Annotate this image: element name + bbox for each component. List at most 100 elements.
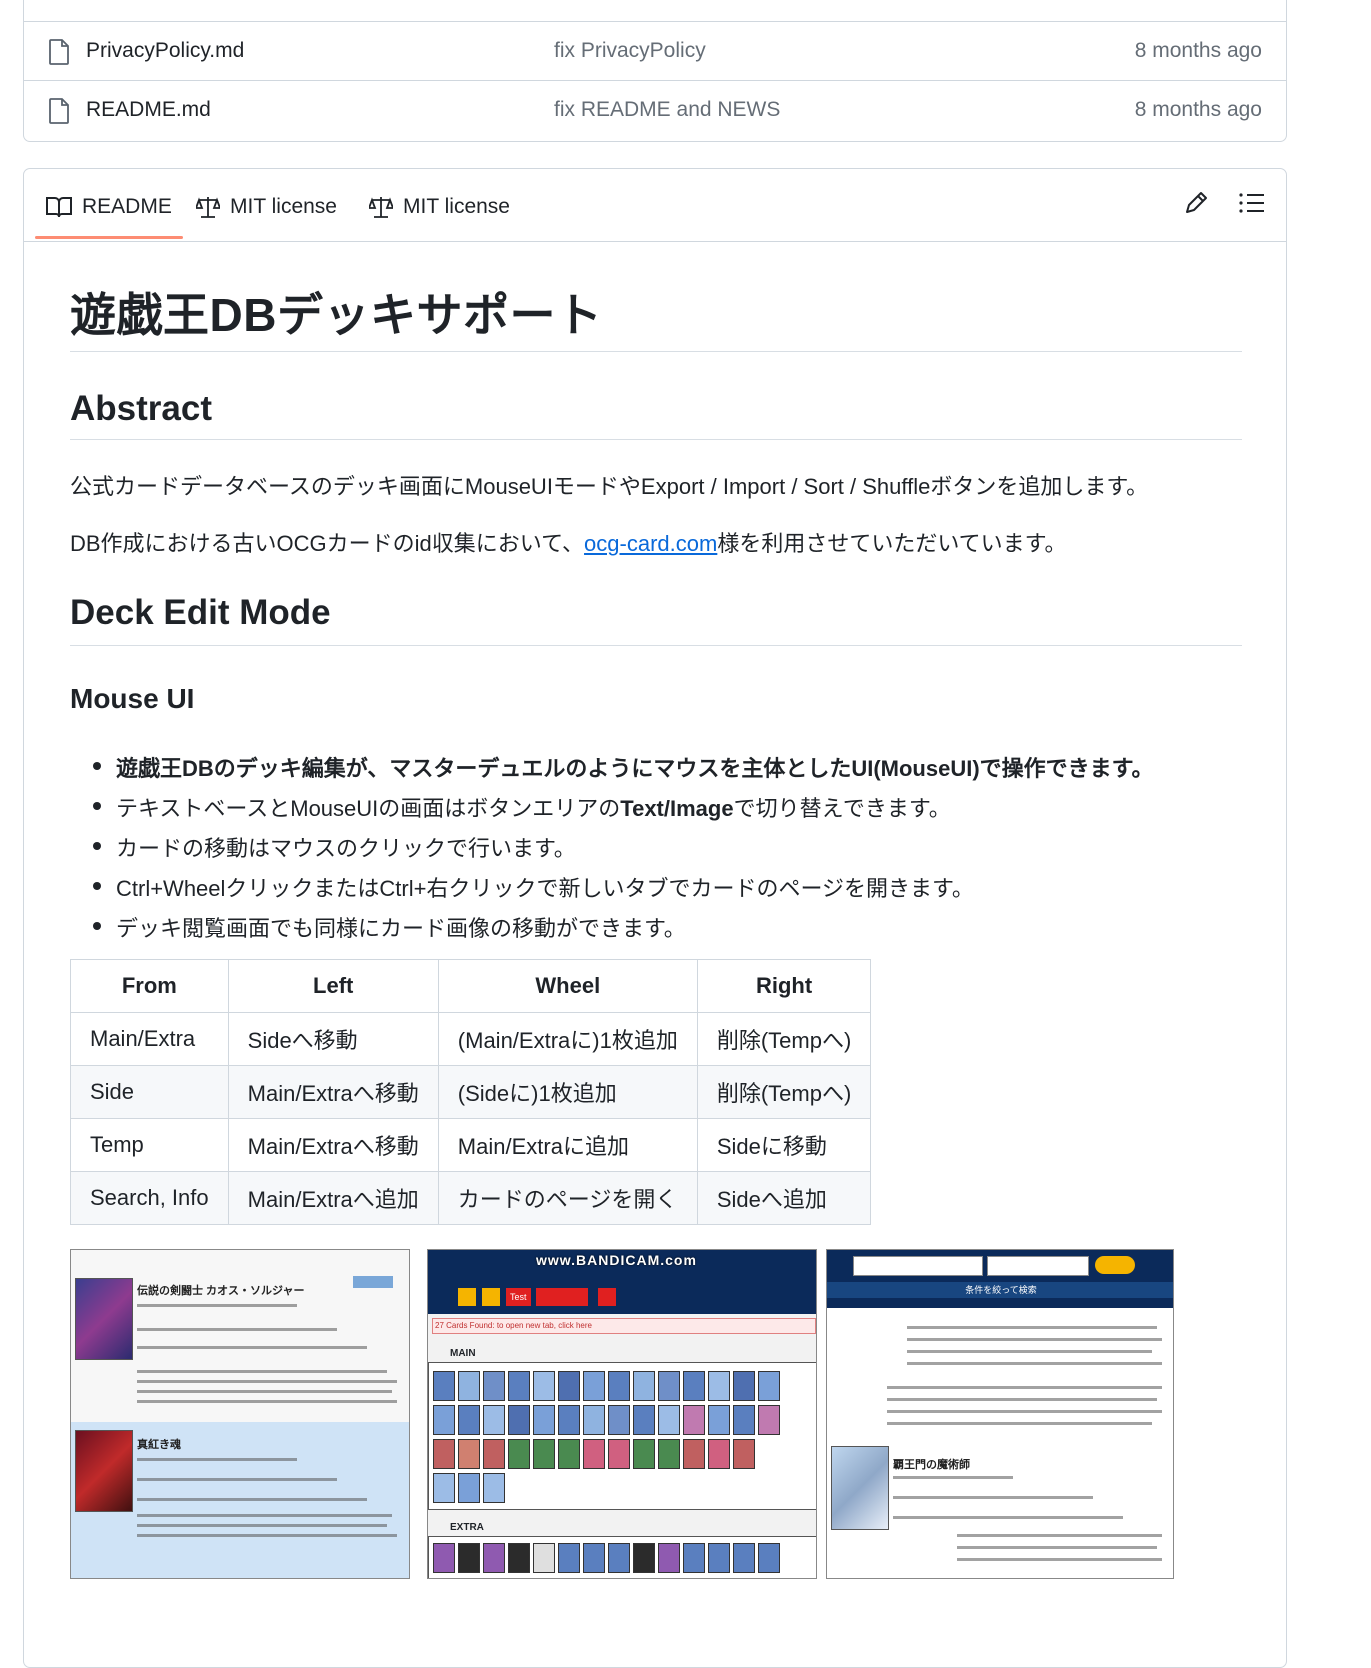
- file-name[interactable]: README.md: [86, 98, 211, 122]
- table-row: Side Main/Extraへ移動 (Sideに)1枚追加 削除(Tempへ): [70, 1065, 872, 1119]
- ocg-card-link[interactable]: ocg-card.com: [584, 531, 717, 556]
- test-button[interactable]: Test: [506, 1288, 531, 1306]
- scale-icon: [196, 197, 220, 218]
- main-deck-label: MAIN: [450, 1348, 476, 1359]
- readme-tabs: README MIT license MIT license: [24, 169, 1286, 242]
- table-header: Right: [696, 959, 872, 1013]
- search-input[interactable]: [853, 1256, 983, 1276]
- search-type-select[interactable]: [987, 1256, 1089, 1276]
- book-icon: [46, 197, 72, 218]
- card-name: 真紅き魂: [137, 1439, 181, 1451]
- tab-license[interactable]: MIT license: [196, 187, 337, 227]
- commit-message[interactable]: fix README and NEWS: [554, 98, 780, 122]
- screenshot-deck-editor[interactable]: www.BANDICAM.com Test 27 Cards Found: to…: [427, 1249, 817, 1579]
- table-cell: Main/Extraへ移動: [227, 1065, 439, 1119]
- table-header: From: [70, 959, 229, 1013]
- tab-label: README: [82, 195, 172, 218]
- readme-panel: README MIT license MIT license 遊戯王DBデッキサ…: [23, 168, 1287, 1668]
- table-cell: (Main/Extraに)1枚追加: [437, 1012, 698, 1066]
- export-button[interactable]: [598, 1288, 616, 1306]
- divider: [70, 439, 1242, 440]
- item-text: テキストベースとMouseUIの画面はボタンエリアの: [116, 796, 621, 821]
- table-cell: Main/Extraへ追加: [227, 1171, 439, 1225]
- table-cell: Sideへ移動: [227, 1012, 439, 1066]
- tab-readme[interactable]: README: [35, 187, 183, 239]
- card-name: 覇王門の魔術師: [893, 1459, 970, 1471]
- screenshot-search[interactable]: 条件を絞って検索 覇王門の魔術師: [826, 1249, 1174, 1579]
- card-image: [75, 1430, 133, 1512]
- tab-label: MIT license: [403, 195, 510, 218]
- tab-label: MIT license: [230, 195, 337, 218]
- tool-button[interactable]: [482, 1288, 500, 1306]
- table-cell: 削除(Tempへ): [696, 1012, 872, 1066]
- table-cell: Temp: [70, 1118, 229, 1172]
- pencil-icon[interactable]: [1182, 189, 1210, 217]
- found-banner[interactable]: 27 Cards Found: to open new tab, click h…: [432, 1318, 816, 1334]
- table-cell: Side: [70, 1065, 229, 1119]
- file-icon: [49, 39, 69, 65]
- scale-icon: [369, 197, 393, 218]
- tab-license[interactable]: MIT license: [369, 187, 510, 227]
- divider: [70, 351, 1242, 352]
- commit-message[interactable]: fix PrivacyPolicy: [554, 39, 706, 63]
- divider: [70, 645, 1242, 646]
- feature-list: 遊戯王DBのデッキ編集が、マスターデュエルのようにマウスを主体としたUI(Mou…: [70, 751, 1153, 951]
- table-cell: Main/Extra: [70, 1012, 229, 1066]
- abstract-paragraph: 公式カードデータベースのデッキ画面にMouseUIモードやExport / Im…: [70, 474, 1149, 499]
- list-item: 遊戯王DBのデッキ編集が、マスターデュエルのようにマウスを主体としたUI(Mou…: [70, 751, 1153, 791]
- table-row: Temp Main/Extraへ移動 Main/Extraに追加 Sideに移動: [70, 1118, 872, 1172]
- rarity-badge: [353, 1276, 393, 1288]
- mouse-action-table: From Left Wheel Right Main/Extra Sideへ移動…: [70, 959, 872, 1225]
- credit-text: DB作成における古いOCGカードのid収集において、: [70, 531, 585, 556]
- file-row[interactable]: PrivacyPolicy.md fix PrivacyPolicy 8 mon…: [24, 21, 1286, 82]
- list-item: Ctrl+WheelクリックまたはCtrl+右クリックで新しいタブでカードのペー…: [70, 871, 1153, 911]
- list-icon[interactable]: [1238, 189, 1266, 217]
- credit-text: 様を利用させていただいています。: [717, 531, 1067, 556]
- table-cell: 削除(Tempへ): [696, 1065, 872, 1119]
- commit-age: 8 months ago: [1134, 39, 1262, 62]
- table-cell: Sideに移動: [696, 1118, 872, 1172]
- item-text: Ctrl+WheelクリックまたはCtrl+右クリックで新しいタブでカードのペー…: [116, 876, 974, 901]
- screenshot-gallery: 伝説の剣闘士 カオス・ソルジャー 真紅き魂 www.BANDICAM.com T…: [70, 1249, 1180, 1579]
- file-icon: [49, 98, 69, 124]
- extra-deck-area[interactable]: [428, 1536, 816, 1578]
- table-header: Wheel: [437, 959, 698, 1013]
- extra-deck-label: EXTRA: [450, 1522, 484, 1533]
- table-cell: Main/Extraへ移動: [227, 1118, 439, 1172]
- card-image: [831, 1446, 889, 1530]
- item-text: カードの移動はマウスのクリックで行います。: [116, 836, 576, 861]
- table-header: Left: [227, 959, 439, 1013]
- table-cell: カードのページを開く: [437, 1171, 698, 1225]
- commit-age: 8 months ago: [1134, 98, 1262, 121]
- main-deck-area[interactable]: [428, 1362, 816, 1510]
- mouse-ui-heading: Mouse UI: [70, 683, 195, 714]
- page-title: 遊戯王DBデッキサポート: [70, 289, 603, 341]
- file-name[interactable]: PrivacyPolicy.md: [86, 39, 244, 63]
- screenshot-card-list[interactable]: 伝説の剣闘士 カオス・ソルジャー 真紅き魂: [70, 1249, 410, 1579]
- item-text: デッキ閲覧画面でも同様にカード画像の移動ができます。: [116, 916, 686, 941]
- list-item: カードの移動はマウスのクリックで行います。: [70, 831, 1153, 871]
- card-name: 伝説の剣闘士 カオス・ソルジャー: [137, 1285, 305, 1297]
- table-row: Main/Extra Sideへ移動 (Main/Extraに)1枚追加 削除(…: [70, 1012, 872, 1066]
- abstract-heading: Abstract: [70, 389, 212, 428]
- list-item: テキストベースとMouseUIの画面はボタンエリアのText/Imageで切り替…: [70, 791, 1153, 831]
- table-row: Search, Info Main/Extraへ追加 カードのページを開く Si…: [70, 1171, 872, 1225]
- search-button[interactable]: [1095, 1256, 1135, 1274]
- deck-edit-heading: Deck Edit Mode: [70, 593, 331, 632]
- bold-text: Text/Image: [620, 796, 734, 821]
- file-list: PrivacyPolicy.md fix PrivacyPolicy 8 mon…: [23, 0, 1287, 142]
- tool-button[interactable]: [458, 1288, 476, 1306]
- bold-text: 遊戯王DBのデッキ編集が、マスターデュエルのようにマウスを主体としたUI(Mou…: [116, 756, 1154, 781]
- table-cell: Main/Extraに追加: [437, 1118, 698, 1172]
- filter-toggle[interactable]: 条件を絞って検索: [827, 1282, 1173, 1298]
- file-row[interactable]: README.md fix README and NEWS 8 months a…: [24, 80, 1286, 141]
- list-item: デッキ閲覧画面でも同様にカード画像の移動ができます。: [70, 911, 1153, 951]
- item-text: で切り替えできます。: [733, 796, 951, 821]
- card-image: [75, 1278, 133, 1360]
- table-cell: (Sideに)1枚追加: [437, 1065, 698, 1119]
- table-cell: Search, Info: [70, 1171, 229, 1225]
- credit-paragraph: DB作成における古いOCGカードのid収集において、ocg-card.com様を…: [70, 526, 1066, 558]
- watermark-text: www.BANDICAM.com: [536, 1252, 697, 1268]
- table-cell: Sideへ追加: [696, 1171, 872, 1225]
- id-button[interactable]: [536, 1288, 588, 1306]
